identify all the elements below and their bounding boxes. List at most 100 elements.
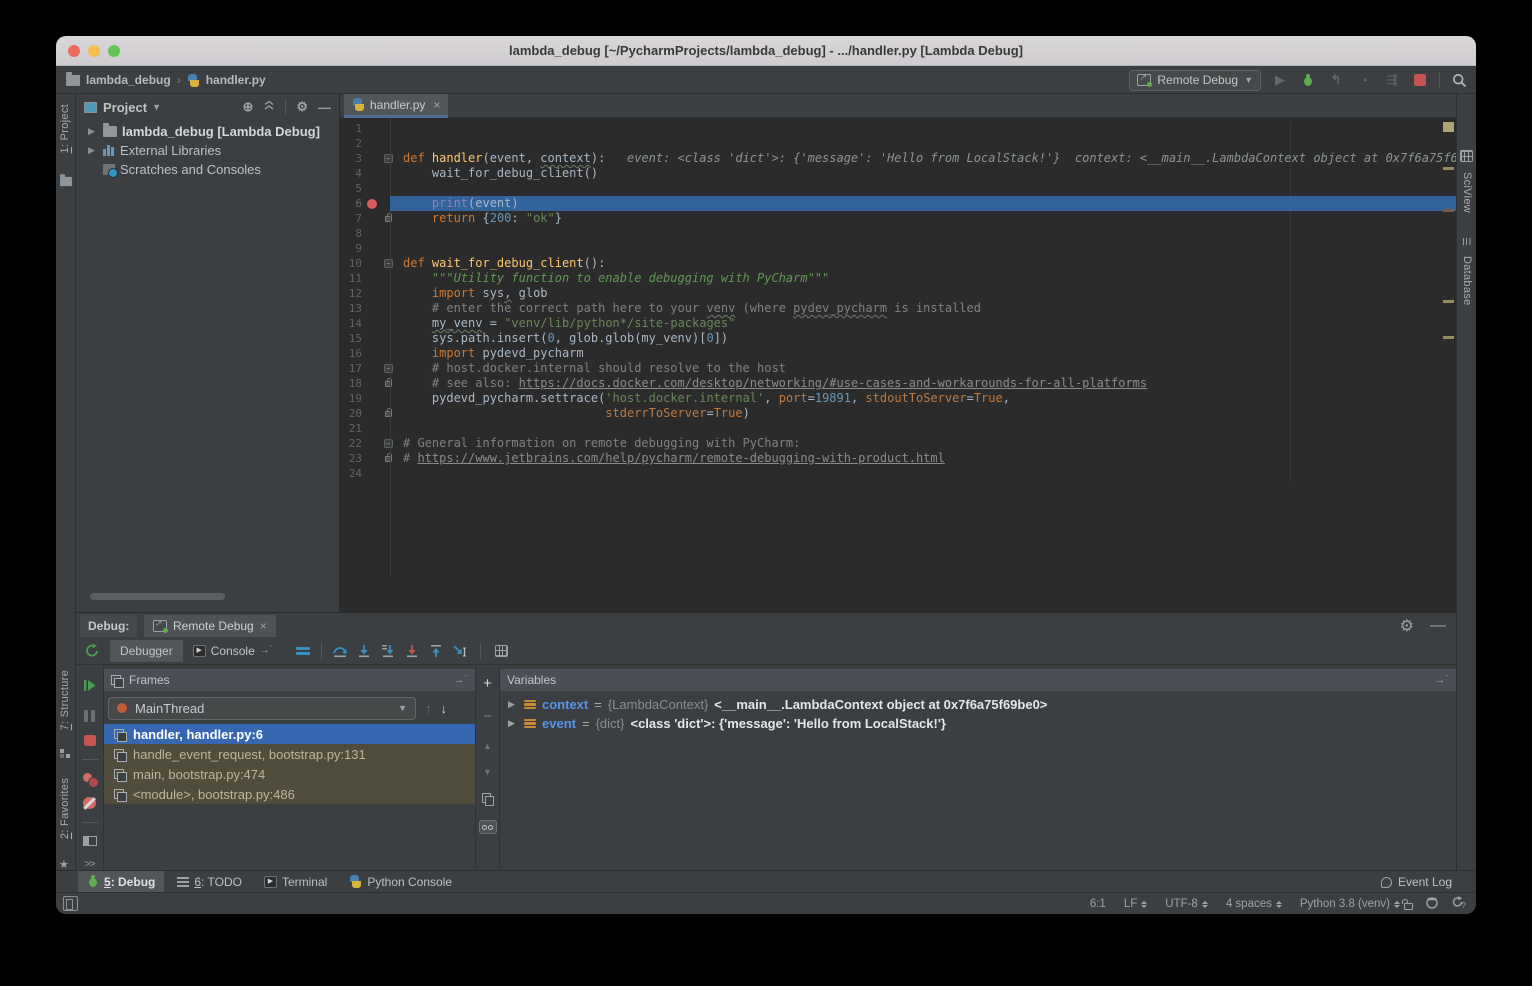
gutter-line[interactable]: 4 (340, 166, 390, 181)
gutter-line[interactable]: 9 (340, 241, 390, 256)
search-everywhere-icon[interactable] (1450, 71, 1468, 89)
tab-console[interactable]: ▶ Console →˙ (183, 640, 283, 662)
gutter-line[interactable]: 14 (340, 316, 390, 331)
code-line[interactable]: wait_for_debug_client() (390, 166, 1456, 181)
stack-frame-row[interactable]: handler, handler.py:6 (104, 724, 475, 744)
step-out-of-block-icon[interactable] (400, 641, 424, 661)
gutter-line[interactable]: 2 (340, 136, 390, 151)
expand-arrow-icon[interactable]: ▶ (508, 718, 518, 729)
expand-arrow-icon[interactable]: ▶ (88, 145, 98, 156)
code-line[interactable] (390, 226, 1456, 241)
code-line[interactable]: import sys, glob (390, 286, 1456, 301)
gear-icon[interactable]: ⚙ (1400, 616, 1414, 636)
code-line[interactable]: # https://www.jetbrains.com/help/pycharm… (390, 451, 1456, 466)
next-frame-icon[interactable]: ↓ (441, 701, 448, 716)
previous-frame-icon[interactable]: ↑ (425, 701, 432, 716)
code-line[interactable] (390, 121, 1456, 136)
code-line[interactable]: my_venv = "venv/lib/python*/site-package… (390, 316, 1456, 331)
unlock-icon[interactable] (1404, 903, 1413, 910)
code-line[interactable] (390, 241, 1456, 256)
more-actions-icon[interactable]: >> (85, 859, 95, 870)
code-line[interactable]: # General information on remote debuggin… (390, 436, 1456, 451)
thread-selector[interactable]: MainThread ▼ (108, 697, 416, 720)
stack-frame-row[interactable]: handle_event_request, bootstrap.py:131 (104, 744, 475, 764)
move-up-icon[interactable]: ▲ (483, 741, 492, 751)
status-item[interactable]: Python 3.8 (venv) (1300, 898, 1400, 910)
status-item[interactable]: 4 spaces (1226, 898, 1282, 910)
gutter-line[interactable]: 12 (340, 286, 390, 301)
remove-watch-icon[interactable]: − (483, 708, 492, 725)
collapse-all-icon[interactable] (263, 100, 275, 115)
execution-line[interactable]: print(event) (390, 196, 1456, 211)
tree-item[interactable]: ▶lambda_debug [Lambda Debug] (76, 122, 339, 141)
gutter-line[interactable]: 24 (340, 466, 390, 481)
gutter-line[interactable]: 23 (340, 451, 390, 466)
run-with-coverage-button[interactable]: ↰ (1327, 71, 1345, 89)
event-log-button[interactable]: Event Log (1381, 871, 1452, 893)
mute-breakpoints-icon[interactable] (83, 797, 96, 809)
duplicate-watch-icon[interactable] (482, 793, 493, 804)
show-execution-point-icon[interactable] (291, 641, 315, 661)
tool-stripe-tab-project[interactable]: 1: Project (59, 104, 71, 158)
stack-frame-row[interactable]: main, bootstrap.py:474 (104, 764, 475, 784)
tool-window-tab-todo[interactable]: 6: TODO (168, 871, 251, 893)
gutter-line[interactable]: 19 (340, 391, 390, 406)
add-watch-icon[interactable]: + (483, 675, 492, 692)
code-line[interactable]: import pydevd_pycharm (390, 346, 1456, 361)
project-horizontal-scrollbar[interactable] (90, 593, 225, 600)
chevron-down-icon[interactable]: ▼ (152, 102, 161, 112)
gutter-line[interactable]: 3– (340, 151, 390, 166)
pause-program-icon[interactable] (84, 710, 95, 722)
code-line[interactable]: """Utility function to enable debugging … (390, 271, 1456, 286)
code-editor[interactable]: 123–45678910–11121314151617–1819202122–2… (340, 118, 1456, 576)
breakpoint-icon[interactable] (367, 199, 377, 209)
gutter-line[interactable]: 18 (340, 376, 390, 391)
evaluate-expression-icon[interactable] (489, 641, 513, 661)
view-breakpoints-icon[interactable] (83, 773, 97, 785)
code-line[interactable] (390, 181, 1456, 196)
code-line[interactable] (390, 421, 1456, 436)
restore-layout-icon[interactable] (83, 836, 97, 846)
gutter-line[interactable]: 20 (340, 406, 390, 421)
editor-tab-handler-py[interactable]: handler.py × (344, 94, 448, 118)
code-line[interactable]: # host.docker.internal should resolve to… (390, 361, 1456, 376)
popout-icon[interactable]: →˙ (1434, 674, 1449, 686)
code-line[interactable]: def wait_for_debug_client(): (390, 256, 1456, 271)
debug-button[interactable] (1299, 71, 1317, 89)
run-to-cursor-icon[interactable] (448, 641, 472, 661)
stack-frame-row[interactable]: <module>, bootstrap.py:486 (104, 784, 475, 804)
tree-item[interactable]: ▶External Libraries (76, 141, 339, 160)
code-line[interactable]: # enter the correct path here to your ve… (390, 301, 1456, 316)
gutter-line[interactable]: 10– (340, 256, 390, 271)
code-line[interactable]: stderrToServer=True) (390, 406, 1456, 421)
tool-stripe-tab-structure[interactable]: 7: Structure (59, 670, 71, 735)
restart-typo-icon[interactable]: ? (1451, 895, 1466, 914)
tool-stripe-tab-favorites[interactable]: 2: Favorites (59, 778, 71, 844)
expand-arrow-icon[interactable]: ▶ (88, 126, 98, 137)
variable-row[interactable]: ▶context = {LambdaContext} <__main__.Lam… (500, 695, 1456, 714)
show-watches-icon[interactable] (479, 820, 497, 834)
close-session-icon[interactable]: × (260, 619, 267, 633)
gutter-line[interactable]: 1 (340, 121, 390, 136)
expand-arrow-icon[interactable]: ▶ (508, 699, 518, 710)
toggle-tool-windows-icon[interactable] (63, 896, 78, 911)
variable-row[interactable]: ▶event = {dict} <class 'dict'>: {'messag… (500, 714, 1456, 733)
step-over-icon[interactable] (328, 641, 352, 661)
profiler-button[interactable]: ◔ (1355, 71, 1373, 89)
gutter-line[interactable]: 11 (340, 271, 390, 286)
force-step-into-icon[interactable] (376, 641, 400, 661)
popout-icon[interactable]: →˙ (453, 674, 468, 686)
run-configurations-button[interactable]: ⇶ (1383, 71, 1401, 89)
tool-window-tab-pythonconsole[interactable]: Python Console (340, 871, 461, 893)
run-button[interactable]: ▶ (1271, 71, 1289, 89)
run-configuration-select[interactable]: Remote Debug ▼ (1129, 70, 1261, 91)
move-down-icon[interactable]: ▼ (483, 767, 492, 777)
tool-window-tab-debug[interactable]: 5: Debug (78, 871, 164, 893)
gutter-line[interactable]: 5 (340, 181, 390, 196)
gutter-line[interactable]: 22– (340, 436, 390, 451)
editor-scrollbar-stripe[interactable] (1440, 118, 1456, 576)
code-line[interactable]: pydevd_pycharm.settrace('host.docker.int… (390, 391, 1456, 406)
tool-window-tab-terminal[interactable]: ▶Terminal (255, 871, 336, 893)
code-line[interactable]: def handler(event, context): event: <cla… (390, 151, 1456, 166)
status-item[interactable]: UTF-8 (1165, 898, 1208, 910)
